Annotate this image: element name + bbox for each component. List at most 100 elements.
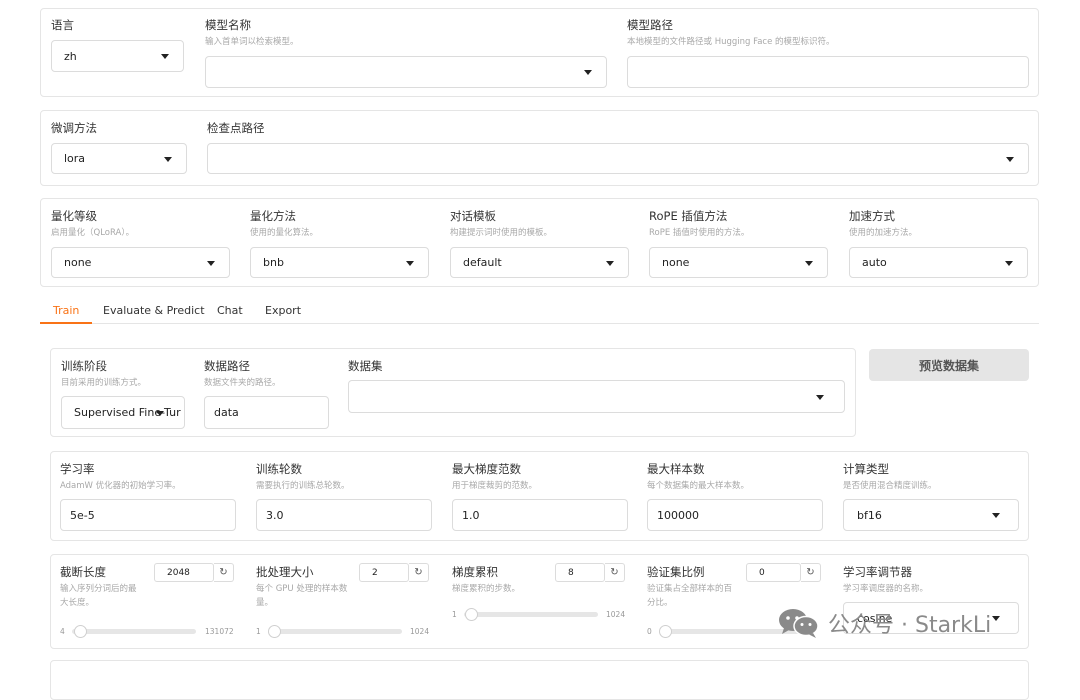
- cutoff-len-slider[interactable]: [72, 625, 196, 638]
- max-grad-norm-value: 1.0: [462, 508, 480, 522]
- chevron-down-icon: [1005, 260, 1013, 266]
- stage-select[interactable]: Supervised Fine-Tur: [61, 396, 185, 429]
- lr-input[interactable]: 5e-5: [60, 499, 236, 531]
- quant-bit-select[interactable]: none: [51, 247, 230, 278]
- rope-label: RoPE 插值方法: [649, 209, 728, 223]
- max-samples-input[interactable]: 100000: [647, 499, 823, 531]
- lang-label: 语言: [51, 18, 74, 32]
- booster-label: 加速方式: [849, 209, 895, 223]
- rope-select[interactable]: none: [649, 247, 828, 278]
- dataset-label: 数据集: [348, 359, 383, 373]
- quant-method-label: 量化方法: [250, 209, 296, 223]
- compute-type-info: 是否使用混合精度训练。: [843, 481, 937, 491]
- batch-size-slider[interactable]: [268, 625, 402, 638]
- reset-icon[interactable]: ↻: [605, 563, 625, 582]
- val-size-input[interactable]: 0: [746, 563, 801, 582]
- dataset-dir-input[interactable]: data: [204, 396, 329, 429]
- lr-scheduler-info: 学习率调度器的名称。: [843, 584, 929, 594]
- slider-thumb[interactable]: [73, 625, 87, 638]
- model-name-select[interactable]: [205, 56, 607, 88]
- lang-select[interactable]: zh: [51, 40, 184, 72]
- slider-thumb[interactable]: [659, 625, 672, 638]
- batch-size-label: 批处理大小: [256, 565, 314, 579]
- stage-value: Supervised Fine-Tur: [74, 406, 181, 419]
- model-name-label: 模型名称: [205, 18, 251, 32]
- dataset-select[interactable]: [348, 380, 845, 413]
- max-grad-norm-input[interactable]: 1.0: [452, 499, 628, 531]
- batch-size-info-1: 每个 GPU 处理的样本数: [256, 584, 348, 594]
- compute-type-select[interactable]: bf16: [843, 499, 1019, 531]
- chevron-down-icon: [992, 513, 1000, 518]
- finetune-method-label: 微调方法: [51, 121, 97, 135]
- compute-type-value: bf16: [857, 508, 882, 522]
- chevron-down-icon: [207, 260, 215, 266]
- booster-value: auto: [862, 256, 887, 269]
- model-path-label: 模型路径: [627, 18, 673, 32]
- lr-info: AdamW 优化器的初始学习率。: [60, 481, 181, 491]
- val-size-min: 0: [647, 627, 652, 636]
- grad-acc-min: 1: [452, 610, 457, 619]
- model-name-info: 输入首单词以检索模型。: [205, 37, 299, 47]
- dataset-dir-value: data: [214, 406, 239, 419]
- grad-acc-value: 8: [568, 567, 574, 578]
- template-info: 构建提示词时使用的模板。: [450, 228, 553, 238]
- batch-size-min: 1: [256, 627, 261, 636]
- epochs-label: 训练轮数: [256, 462, 302, 476]
- wechat-icon: [779, 609, 819, 638]
- stage-info: 目前采用的训练方式。: [61, 378, 147, 388]
- cutoff-len-min: 4: [60, 627, 65, 636]
- checkpoint-select[interactable]: [207, 143, 1029, 174]
- cutoff-len-input[interactable]: 2048: [154, 563, 214, 582]
- quant-bit-value: none: [64, 256, 92, 269]
- lr-scheduler-label: 学习率调节器: [843, 565, 912, 579]
- quant-method-select[interactable]: bnb: [250, 247, 429, 278]
- cutoff-len-label: 截断长度: [60, 565, 106, 579]
- slider-thumb[interactable]: [464, 608, 478, 621]
- epochs-input[interactable]: 3.0: [256, 499, 432, 531]
- cutoff-len-max: 131072: [205, 627, 234, 636]
- tab-active-indicator: [40, 322, 92, 324]
- max-samples-label: 最大样本数: [647, 462, 705, 476]
- chevron-down-icon: [406, 260, 414, 266]
- model-path-input[interactable]: [627, 56, 1029, 88]
- booster-select[interactable]: auto: [849, 247, 1028, 278]
- chevron-down-icon: [606, 260, 614, 266]
- checkpoint-label: 检查点路径: [207, 121, 265, 135]
- rope-info: RoPE 插值时使用的方法。: [649, 228, 750, 238]
- batch-size-input[interactable]: 2: [359, 563, 409, 582]
- tab-export[interactable]: Export: [265, 304, 301, 317]
- quant-method-info: 使用的量化算法。: [250, 228, 319, 238]
- more-settings-card: [50, 660, 1029, 700]
- preview-dataset-button[interactable]: 预览数据集: [869, 349, 1029, 381]
- tab-divider: [40, 323, 1039, 324]
- finetune-method-select[interactable]: lora: [51, 143, 187, 174]
- grad-acc-slider[interactable]: [464, 608, 598, 621]
- chevron-down-icon: [1006, 156, 1014, 162]
- reset-icon[interactable]: ↻: [214, 563, 234, 582]
- lr-value: 5e-5: [70, 508, 95, 522]
- chevron-down-icon: [161, 54, 169, 59]
- batch-size-info-2: 量。: [256, 598, 274, 608]
- max-grad-norm-label: 最大梯度范数: [452, 462, 521, 476]
- grad-acc-max: 1024: [606, 610, 626, 619]
- dataset-dir-info: 数据文件夹的路径。: [204, 378, 281, 388]
- dataset-dir-label: 数据路径: [204, 359, 250, 373]
- lr-label: 学习率: [60, 462, 95, 476]
- tab-evaluate-predict[interactable]: Evaluate & Predict: [103, 304, 205, 317]
- tab-train[interactable]: Train: [53, 304, 79, 317]
- template-value: default: [463, 256, 502, 269]
- reset-icon[interactable]: ↻: [409, 563, 429, 582]
- reset-icon[interactable]: ↻: [801, 563, 821, 582]
- template-select[interactable]: default: [450, 247, 629, 278]
- batch-size-max: 1024: [410, 627, 430, 636]
- cutoff-len-info-1: 输入序列分词后的最: [60, 584, 137, 594]
- quant-bit-info: 启用量化（QLoRA）。: [51, 228, 135, 238]
- chevron-down-icon: [156, 410, 164, 416]
- chevron-down-icon: [816, 394, 824, 400]
- grad-acc-input[interactable]: 8: [555, 563, 605, 582]
- quant-bit-label: 量化等级: [51, 209, 97, 223]
- grad-acc-label: 梯度累积: [452, 565, 498, 579]
- tab-chat[interactable]: Chat: [217, 304, 243, 317]
- chevron-down-icon: [584, 70, 592, 75]
- epochs-info: 需要执行的训练总轮数。: [256, 481, 350, 491]
